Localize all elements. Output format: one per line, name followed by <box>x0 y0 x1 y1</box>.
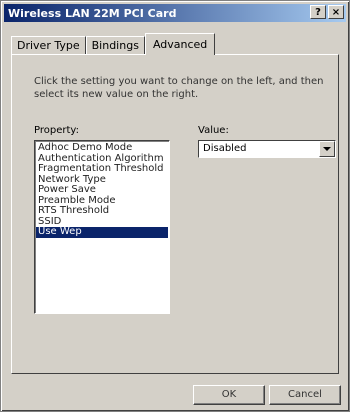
dialog-window: Wireless LAN 22M PCI Card ? × Driver Typ… <box>0 0 350 412</box>
property-item-power-save[interactable]: Power Save <box>36 184 168 196</box>
chevron-down-icon <box>323 147 331 151</box>
title-bar[interactable]: Wireless LAN 22M PCI Card ? × <box>4 4 346 22</box>
cancel-button[interactable]: Cancel <box>269 385 341 405</box>
dropdown-button[interactable] <box>319 141 335 157</box>
window-title: Wireless LAN 22M PCI Card <box>8 6 177 20</box>
property-listbox[interactable]: Adhoc Demo Mode Authentication Algorithm… <box>34 140 170 314</box>
property-item-adhoc-demo-mode[interactable]: Adhoc Demo Mode <box>36 142 168 154</box>
property-label: Property: <box>34 125 79 136</box>
value-label: Value: <box>198 125 229 136</box>
help-button[interactable]: ? <box>310 5 326 19</box>
value-dropdown-selected: Disabled <box>203 143 247 154</box>
property-item-use-wep[interactable]: Use Wep <box>36 226 168 238</box>
title-buttons: ? × <box>310 5 344 19</box>
ok-button[interactable]: OK <box>193 385 265 405</box>
property-item-rts-threshold[interactable]: RTS Threshold <box>36 205 168 217</box>
tab-driver-type[interactable]: Driver Type <box>11 36 86 55</box>
instructions-text: Click the setting you want to change on … <box>34 76 324 100</box>
property-item-fragmentation-threshold[interactable]: Fragmentation Threshold <box>36 163 168 175</box>
advanced-tab-panel: Click the setting you want to change on … <box>11 54 339 374</box>
tab-bindings[interactable]: Bindings <box>85 36 145 55</box>
tab-strip: Driver Type Bindings Advanced <box>11 33 216 55</box>
tab-advanced[interactable]: Advanced <box>144 33 216 55</box>
close-button[interactable]: × <box>328 5 344 19</box>
value-dropdown[interactable]: Disabled <box>198 140 336 158</box>
